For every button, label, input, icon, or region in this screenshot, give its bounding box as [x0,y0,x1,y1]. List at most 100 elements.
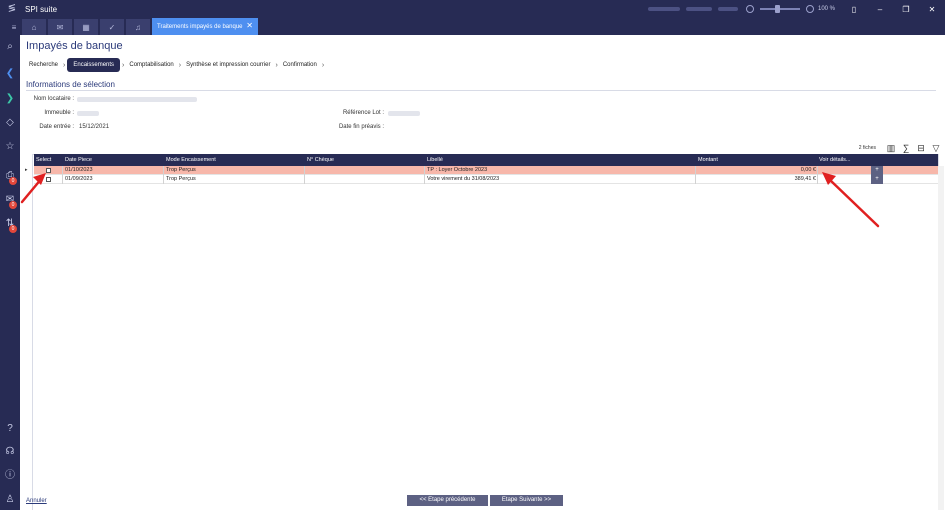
table-row[interactable]: 01/09/2023 Trop Perçus Votre virement du… [34,175,938,184]
bell-tab-icon[interactable]: ♫ [126,19,150,35]
app-logo-icon: ≶ [7,3,17,14]
code-icon[interactable]: ◇ [3,116,17,130]
immeuble-value-blurred [77,111,99,116]
nom-locataire-label: Nom locataire : [33,96,74,102]
calendar-tab-icon[interactable]: ▦ [74,19,98,35]
col-header-mode-encaissement[interactable]: Mode Encaissement [166,154,216,166]
row-select-checkbox[interactable] [46,168,51,173]
star-icon[interactable]: ☆ [3,140,17,154]
cell-divider [817,175,818,184]
cell-divider [304,175,305,184]
col-header-montant[interactable]: Montant [698,154,718,166]
record-count: 2 fiches [858,145,876,151]
notification-badge: 0 [9,225,17,233]
step-comptabilisation[interactable]: Comptabilisation [126,58,176,72]
voir-details-button[interactable]: + [871,166,883,175]
col-header-date-piece[interactable]: Date Piece [65,154,92,166]
home-tab-icon[interactable]: ⌂ [22,19,46,35]
step-encaissements[interactable]: Encaissements [67,58,121,72]
export-icon[interactable]: ⊟ [915,142,927,154]
step-synthese[interactable]: Synthèse et impression courrier [183,58,273,72]
tab-traitements-impayes[interactable]: Traitements impayés de banque ✕ [152,18,258,35]
main-content: Impayés de banque Recherche › Encaisseme… [20,35,945,510]
step-confirmation[interactable]: Confirmation [280,58,320,72]
cancel-link[interactable]: Annuler [26,498,47,504]
notification-badge: 0 [9,201,17,209]
zoom-level: 100 % [817,6,835,12]
tab-strip: ≡ ⌂ ✉ ▦ ✓ ♫ Traitements impayés de banqu… [0,18,945,35]
cell-divider [163,166,164,175]
help-icon[interactable]: ? [3,422,17,436]
grid-toolbar: 2 fiches ▥ ∑ ⊟ ▽ [859,142,942,154]
left-nav: ⌕ ❮ ❯ ◇ ☆ ⎙ 0 ✉ 0 ⇅ 0 ? ☊ ⓘ ♙ [0,35,20,510]
cell-mode-encaissement: Trop Perçus [166,176,196,182]
cell-mode-encaissement: Trop Perçus [166,167,196,173]
company-info-blurred [685,7,712,11]
col-header-select[interactable]: Select [36,154,51,166]
cell-date-piece: 01/10/2023 [65,167,93,173]
search-icon[interactable]: ⌕ [3,40,17,54]
zoom-out-icon[interactable] [745,5,754,13]
cell-libelle: TP : Loyer Octobre 2023 [427,167,488,173]
app-name: SPI suite [25,4,58,14]
cell-divider [62,175,63,184]
table-row[interactable]: ▸ 01/10/2023 Trop Perçus TP : Loyer Octo… [25,166,938,175]
forward-icon[interactable]: ❯ [3,92,17,106]
chevron-right-icon: › [122,61,125,69]
cell-divider [695,175,696,184]
next-step-button[interactable]: Etape Suivante >> [490,495,563,506]
section-divider [26,90,936,91]
sum-icon[interactable]: ∑ [900,142,912,154]
cell-montant: 0,00 € [800,167,816,173]
support-icon[interactable]: ☊ [3,445,17,459]
page-title: Impayés de banque [26,40,123,52]
row-select-checkbox[interactable] [46,177,51,182]
notification-badge: 0 [9,177,17,185]
encaissements-grid: Select Date Piece Mode Encaissement N° C… [25,154,938,184]
mail-tab-icon[interactable]: ✉ [48,19,72,35]
grid-frame [32,154,939,510]
zoom-slider[interactable] [759,5,800,13]
document-icon[interactable]: ▯ [841,0,867,18]
user-info-blurred [647,7,680,11]
check-tab-icon[interactable]: ✓ [100,19,124,35]
chevron-right-icon: › [63,61,66,69]
chevron-right-icon: › [178,61,182,69]
cell-divider [817,166,818,175]
back-icon[interactable]: ❮ [3,67,17,81]
date-entree-label: Date entrée : [39,124,74,130]
col-header-voir-details[interactable]: Voir détails... [819,154,851,166]
minimize-button[interactable]: – [867,0,893,18]
cell-divider [62,166,63,175]
col-header-numero-cheque[interactable]: N° Chèque [307,154,334,166]
filter-icon[interactable]: ▽ [930,142,942,154]
cell-divider [695,166,696,175]
cell-divider [424,175,425,184]
zoom-in-icon[interactable] [805,5,814,13]
col-header-libelle[interactable]: Libellé [427,154,443,166]
chevron-right-icon: › [275,61,278,69]
grid-header: Select Date Piece Mode Encaissement N° C… [34,154,938,166]
title-bar-right: 100 % ▯ – ❐ ✕ [647,0,945,18]
date-entree-value: 15/12/2021 [79,124,110,130]
voir-details-button[interactable]: + [871,175,883,184]
columns-icon[interactable]: ▥ [885,142,897,154]
restore-button[interactable]: ❐ [893,0,919,18]
cell-divider [163,175,164,184]
grid-scrollbar[interactable] [938,166,944,510]
cell-montant: 389,41 € [794,176,816,182]
chevron-right-icon: › [321,61,325,69]
info-icon[interactable]: ⓘ [3,469,17,483]
user-icon[interactable]: ♙ [3,493,17,507]
previous-step-button[interactable]: << Etape précédente [407,495,488,506]
title-bar: ≶ SPI suite 100 % ▯ – ❐ ✕ [0,0,945,18]
close-button[interactable]: ✕ [919,0,945,18]
cell-divider [304,166,305,175]
cell-divider [424,166,425,175]
step-recherche[interactable]: Recherche [26,58,61,72]
date-fin-preavis-label: Date fin préavis : [338,124,384,130]
reference-lot-value-blurred [388,111,420,116]
close-tab-icon[interactable]: ✕ [246,21,253,30]
immeuble-label: Immeuble : [44,110,74,116]
session-info-blurred [717,7,738,11]
